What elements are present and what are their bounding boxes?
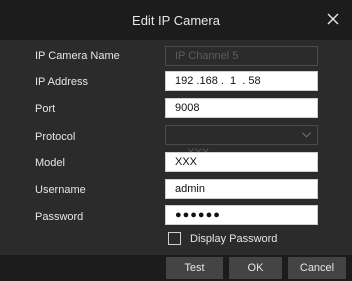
protocol-label: Protocol [35,131,76,143]
title-bar: Edit IP Camera [0,0,352,40]
password-label: Password [35,211,84,223]
display-password-label[interactable]: Display Password [190,233,277,245]
port-label: Port [35,103,56,115]
password-field[interactable]: ●●●●●● [165,205,318,225]
ip-address-field[interactable]: 192 .168 . 1 . 58 [165,71,318,91]
test-button[interactable]: Test [166,257,223,279]
protocol-select: XXX [165,125,318,159]
display-password-checkbox[interactable] [168,232,181,245]
username-field[interactable]: admin [165,179,318,199]
chevron-down-icon [302,132,311,138]
username-label: Username [35,184,86,196]
dialog-title: Edit IP Camera [132,13,220,28]
ip-address-label: IP Address [35,76,88,88]
ok-button[interactable]: OK [229,257,282,279]
close-icon [327,13,339,25]
cancel-button[interactable]: Cancel [288,257,346,279]
edit-ip-camera-dialog: Edit IP Camera IP Camera Name IP Channel… [0,0,352,281]
model-label: Model [35,157,65,169]
model-field[interactable]: XXX [165,152,318,172]
port-field[interactable]: 9008 [165,98,318,118]
camera-name-field: IP Channel 5 [165,46,318,66]
close-button[interactable] [324,10,342,28]
camera-name-label: IP Camera Name [35,50,120,62]
